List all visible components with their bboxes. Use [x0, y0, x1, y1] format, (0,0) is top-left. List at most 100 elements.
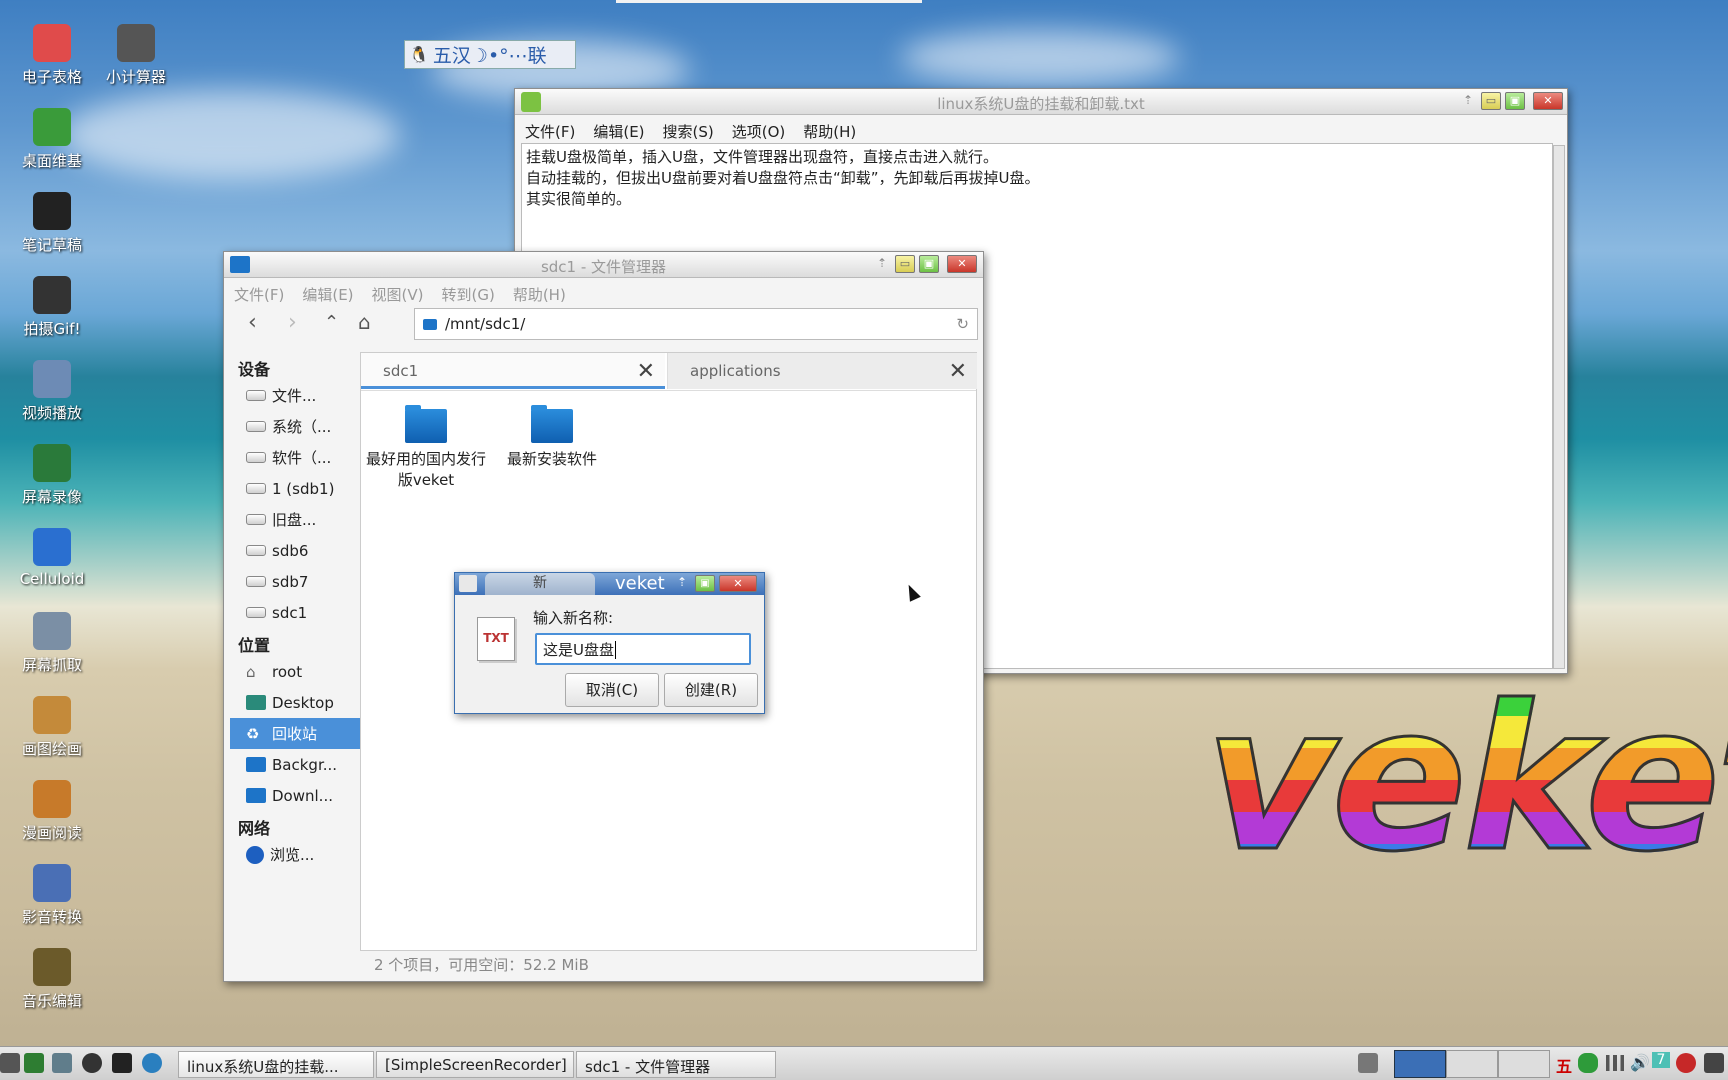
desktop-icon-label: 画图绘画: [21, 740, 82, 758]
maximize-button[interactable]: ▣: [919, 255, 939, 273]
task-recorder[interactable]: [SimpleScreenRecorder]: [376, 1051, 574, 1078]
ime-tray[interactable]: 五: [1556, 1053, 1572, 1077]
workspace-1[interactable]: [1394, 1050, 1446, 1078]
menu-item[interactable]: 转到(G): [442, 284, 495, 304]
network-signal-icon[interactable]: [1606, 1055, 1624, 1071]
minimize-button[interactable]: ▭: [1481, 92, 1501, 110]
monitor-icon[interactable]: [24, 1053, 44, 1073]
terminal-icon[interactable]: [112, 1053, 132, 1073]
name-input[interactable]: 这是U盘盘: [535, 633, 751, 665]
pin-icon[interactable]: ⇡: [677, 575, 687, 589]
menu-item[interactable]: 帮助(H): [513, 284, 566, 304]
workspace-3[interactable]: [1498, 1050, 1550, 1078]
task-editor[interactable]: linux系统U盘的挂载...: [178, 1051, 374, 1078]
desktop-icon-2[interactable]: 小计算器: [94, 24, 178, 87]
maximize-button[interactable]: ▣: [1505, 92, 1525, 110]
path-bar[interactable]: /mnt/sdc1/ ↻: [414, 308, 978, 340]
sidebar-item[interactable]: 文件...: [230, 380, 360, 411]
workspace-2[interactable]: [1446, 1050, 1498, 1078]
dialog-titlebar[interactable]: 新 veket ⇡ ▣ ✕: [455, 573, 764, 595]
desktop-icon-6[interactable]: 视频播放: [10, 360, 94, 423]
close-button[interactable]: ✕: [1533, 92, 1563, 110]
desktop-icon-9[interactable]: 屏幕抓取: [10, 612, 94, 675]
task-filemanager[interactable]: sdc1 - 文件管理器: [576, 1051, 776, 1078]
sidebar-item[interactable]: Downl...: [230, 780, 360, 811]
editor-menubar: 文件(F) 编辑(E) 搜索(S) 选项(O) 帮助(H): [515, 117, 1567, 141]
sidebar-item[interactable]: 浏览...: [230, 839, 360, 870]
sidebar-item-label: Downl...: [272, 786, 333, 805]
menu-item[interactable]: 帮助(H): [803, 121, 856, 141]
file-item[interactable]: 最好用的国内发行版veket: [365, 405, 487, 491]
desktop-icon-12[interactable]: 影音转换: [10, 864, 94, 927]
menu-item[interactable]: 编辑(E): [593, 121, 644, 141]
file-item[interactable]: 最新安装软件: [491, 405, 613, 491]
close-button[interactable]: ✕: [719, 575, 757, 592]
maximize-button[interactable]: ▣: [695, 575, 715, 592]
editor-line-1: 挂载U盘极简单，插入U盘，文件管理器出现盘符，直接点击进入就行。: [526, 148, 998, 166]
settings-icon[interactable]: [52, 1053, 72, 1073]
close-tab-icon[interactable]: ✕: [949, 359, 967, 384]
desktop-icon-7[interactable]: 屏幕录像: [10, 444, 94, 507]
up-icon[interactable]: ⌃: [324, 312, 339, 333]
home-icon[interactable]: ⌂: [358, 310, 371, 334]
workspace-pager[interactable]: [1394, 1050, 1550, 1078]
sidebar-item[interactable]: Backgr...: [230, 749, 360, 780]
volume-icon[interactable]: 🔊: [1630, 1053, 1650, 1072]
sidebar-item[interactable]: sdb6: [230, 535, 360, 566]
ime-toolbar[interactable]: 🐧 五汉☽•°⋯联: [404, 40, 576, 69]
dialog-app-icon: [459, 575, 477, 592]
clipboard-icon[interactable]: [1704, 1053, 1724, 1073]
close-tab-icon[interactable]: ✕: [637, 359, 655, 384]
desktop-icon-11[interactable]: 漫画阅读: [10, 780, 94, 843]
forward-icon[interactable]: ›: [288, 310, 297, 335]
desktop-icon-3[interactable]: 桌面维基: [10, 108, 94, 171]
menu-item[interactable]: 搜索(S): [663, 121, 714, 141]
menu-item[interactable]: 视图(V): [372, 284, 424, 304]
menu-icon[interactable]: [0, 1053, 20, 1073]
pin-icon[interactable]: ⇡: [877, 256, 889, 270]
cancel-button[interactable]: 取消(C): [565, 673, 659, 707]
record-icon[interactable]: [1676, 1053, 1696, 1073]
back-icon[interactable]: ‹: [248, 310, 257, 335]
database-icon[interactable]: [1578, 1053, 1598, 1073]
sidebar-item[interactable]: sdb7: [230, 566, 360, 597]
minimize-button[interactable]: ▭: [895, 255, 915, 273]
globe-icon[interactable]: [142, 1053, 162, 1073]
sidebar-item[interactable]: 1 (sdb1): [230, 473, 360, 504]
fm-titlebar[interactable]: sdc1 - 文件管理器 ⇡ ▭ ▣ ✕: [224, 252, 983, 278]
sidebar-item[interactable]: ♻ 回收站: [230, 718, 360, 749]
desktop-icon-8[interactable]: Celluloid: [10, 528, 94, 588]
tab-sdc1[interactable]: sdc1 ✕: [361, 353, 665, 389]
desktop-icon-label: 屏幕抓取: [21, 656, 82, 674]
editor-titlebar[interactable]: linux系统U盘的挂载和卸载.txt ⇡ ▭ ▣ ✕: [515, 89, 1567, 115]
sidebar-item[interactable]: Desktop: [230, 687, 360, 718]
desktop-icon-1[interactable]: 电子表格: [10, 24, 94, 87]
sidebar-item[interactable]: 旧盘...: [230, 504, 360, 535]
drive-icon: [246, 607, 266, 618]
desktop-icon-13[interactable]: 音乐编辑: [10, 948, 94, 1011]
menu-item[interactable]: 选项(O): [732, 121, 786, 141]
play-icon[interactable]: [82, 1053, 102, 1073]
menu-item[interactable]: 文件(F): [234, 284, 284, 304]
sidebar-item-label: 软件（...: [272, 449, 332, 467]
home-icon: ⌂: [246, 662, 256, 681]
pin-icon[interactable]: ⇡: [1463, 93, 1475, 107]
desktop-icon-4[interactable]: 笔记草稿: [10, 192, 94, 255]
editor-scrollbar[interactable]: [1553, 145, 1565, 669]
close-button[interactable]: ✕: [947, 255, 977, 273]
screenshot-icon[interactable]: [1358, 1053, 1378, 1073]
desktop-icon-label: 音乐编辑: [21, 992, 82, 1010]
reload-icon[interactable]: ↻: [956, 315, 969, 333]
desktop-icon-5[interactable]: 拍摄Gif!: [10, 276, 94, 339]
create-button[interactable]: 创建(R): [664, 673, 758, 707]
sidebar-item[interactable]: ⌂ root: [230, 656, 360, 687]
tray-counter[interactable]: 7: [1652, 1052, 1670, 1068]
desktop-icon-10[interactable]: 画图绘画: [10, 696, 94, 759]
sidebar-item[interactable]: 系统（...: [230, 411, 360, 442]
txt-file-icon: TXT: [477, 617, 515, 661]
sidebar-item[interactable]: 软件（...: [230, 442, 360, 473]
menu-item[interactable]: 文件(F): [525, 121, 575, 141]
tab-applications[interactable]: applications ✕: [667, 353, 977, 389]
menu-item[interactable]: 编辑(E): [302, 284, 353, 304]
sidebar-item[interactable]: sdc1: [230, 597, 360, 628]
